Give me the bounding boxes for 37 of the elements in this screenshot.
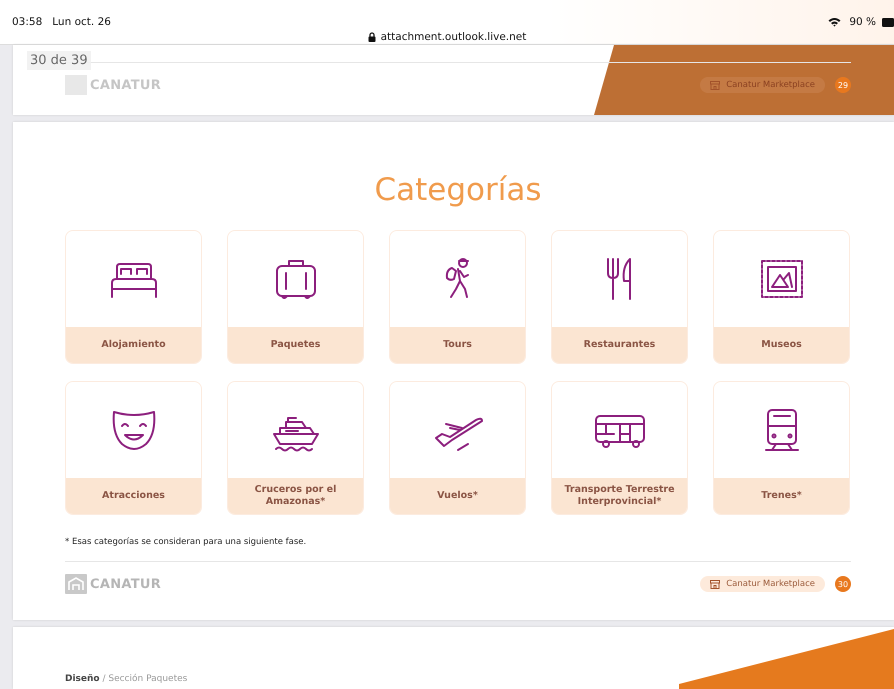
category-label: Transporte Terrestre Interprovincial* — [552, 478, 687, 514]
category-label: Museos — [714, 327, 849, 363]
wifi-icon — [828, 17, 842, 27]
battery-percent: 90 % — [849, 16, 876, 28]
category-card[interactable]: Restaurantes — [551, 230, 688, 364]
category-label: Alojamiento — [66, 327, 201, 363]
category-card[interactable]: Trenes* — [713, 381, 850, 515]
page-title: Categorías — [373, 172, 543, 208]
category-label: Paquetes — [228, 327, 363, 363]
category-label: Tours — [390, 327, 525, 363]
category-card[interactable]: Museos — [713, 230, 850, 364]
page-number-badge: 30 — [835, 576, 851, 592]
status-date: Lun oct. 26 — [52, 16, 111, 28]
category-card[interactable]: Paquetes — [227, 230, 364, 364]
category-label: Trenes* — [714, 478, 849, 514]
breadcrumb-text: Diseño / Sección Paquetes — [65, 674, 188, 684]
category-card[interactable]: Cruceros por el Amazonas* — [227, 381, 364, 515]
store-icon — [710, 580, 720, 588]
footnote-text: * Esas categorías se consideran para una siguiente fase. — [65, 537, 308, 547]
category-card[interactable]: Alojamiento — [65, 230, 202, 364]
logo-text: CANATUR — [90, 576, 162, 592]
category-label: Restaurantes — [552, 327, 687, 363]
category-label: Cruceros por el Amazonas* — [228, 478, 363, 514]
category-label: Atracciones — [66, 478, 201, 514]
category-card[interactable]: Vuelos* — [389, 381, 526, 515]
category-card[interactable]: Atracciones — [65, 381, 202, 515]
category-label: Vuelos* — [390, 478, 525, 514]
logo-text: CANATUR — [90, 78, 162, 92]
lock-icon — [368, 32, 376, 42]
status-time: 03:58 — [12, 16, 42, 28]
category-card[interactable]: Tours — [389, 230, 526, 364]
store-icon — [710, 80, 720, 90]
marketplace-tag[interactable]: Canatur Marketplace — [700, 576, 825, 592]
category-card[interactable]: Transporte Terrestre Interprovincial* — [551, 381, 688, 515]
battery-icon — [882, 18, 894, 26]
url-text[interactable]: attachment.outlook.live.net — [380, 31, 526, 43]
page-indicator: 30 de 39 — [27, 51, 91, 70]
